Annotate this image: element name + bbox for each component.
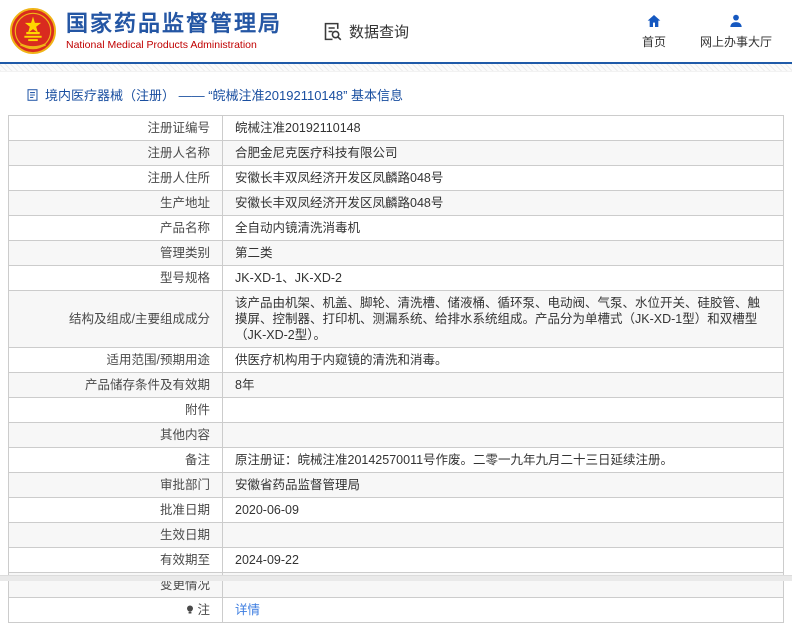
field-value — [222, 397, 784, 423]
table-row: 产品储存条件及有效期 8年 — [8, 372, 784, 398]
field-label: 管理类别 — [8, 240, 223, 266]
table-row: 结构及组成/主要组成成分 该产品由机架、机盖、脚轮、清洗槽、储液桶、循环泵、电动… — [8, 290, 784, 348]
breadcrumb: 境内医疗器械（注册） —— “皖械注准20192110148” 基本信息 — [0, 72, 792, 115]
field-value: 全自动内镜清洗消毒机 — [222, 215, 784, 241]
header-nav: 首页 网上办事大厅 — [642, 13, 792, 50]
field-label: 批准日期 — [8, 497, 223, 523]
table-row: 注册证编号 皖械注准20192110148 — [8, 115, 784, 141]
field-value: 第二类 — [222, 240, 784, 266]
field-value: 8年 — [222, 372, 784, 398]
page-title: 境内医疗器械（注册） —— “皖械注准20192110148” 基本信息 — [45, 88, 404, 103]
note-label: 注 — [197, 603, 210, 617]
site-title-cn: 国家药品监督管理局 — [66, 10, 283, 36]
footer-band — [0, 575, 792, 581]
field-label: 注册人名称 — [8, 140, 223, 166]
home-icon — [647, 14, 661, 27]
field-label: 型号规格 — [8, 265, 223, 291]
field-value: 原注册证：皖械注准20142570011号作废。二零一九年九月二十三日延续注册。 — [222, 447, 784, 473]
table-row: 其他内容 — [8, 422, 784, 448]
field-label: 适用范围/预期用途 — [8, 347, 223, 373]
header-hatch-band — [0, 64, 792, 72]
nav-home-label: 首页 — [641, 34, 666, 49]
field-value: 2020-06-09 — [222, 497, 784, 523]
field-value: 安徽长丰双凤经济开发区凤麟路048号 — [222, 165, 784, 191]
field-label: 注册人住所 — [8, 165, 223, 191]
field-label: 其他内容 — [8, 422, 223, 448]
field-value: 2024-09-22 — [222, 547, 784, 573]
data-query-label: 数据查询 — [349, 23, 410, 41]
field-value — [222, 522, 784, 548]
site-title: 国家药品监督管理局 National Medical Products Admi… — [66, 10, 283, 51]
site-title-en: National Medical Products Administration — [66, 38, 257, 51]
field-label: 有效期至 — [8, 547, 223, 573]
field-value: 合肥金尼克医疗科技有限公司 — [222, 140, 784, 166]
field-label: 生产地址 — [8, 190, 223, 216]
table-row: 附件 — [8, 397, 784, 423]
table-row: 审批部门 安徽省药品监督管理局 — [8, 472, 784, 498]
field-label: 附件 — [8, 397, 223, 423]
field-label: 注 — [8, 597, 223, 623]
nav-online-hall[interactable]: 网上办事大厅 — [700, 13, 772, 50]
table-row: 生产地址 安徽长丰双凤经济开发区凤麟路048号 — [8, 190, 784, 216]
field-label: 生效日期 — [8, 522, 223, 548]
field-label: 结构及组成/主要组成成分 — [8, 290, 223, 348]
table-row: 型号规格 JK-XD-1、JK-XD-2 — [8, 265, 784, 291]
table-row-note: 注 详情 — [8, 597, 784, 623]
table-row: 备注 原注册证：皖械注准20142570011号作废。二零一九年九月二十三日延续… — [8, 447, 784, 473]
person-icon — [730, 14, 742, 27]
nav-online-hall-label: 网上办事大厅 — [699, 34, 772, 49]
field-label: 审批部门 — [8, 472, 223, 498]
table-row: 产品名称 全自动内镜清洗消毒机 — [8, 215, 784, 241]
field-value: 安徽省药品监督管理局 — [222, 472, 784, 498]
field-label: 备注 — [8, 447, 223, 473]
table-row: 管理类别 第二类 — [8, 240, 784, 266]
registration-info-table: 注册证编号 皖械注准20192110148 注册人名称 合肥金尼克医疗科技有限公… — [8, 115, 784, 623]
table-row: 批准日期 2020-06-09 — [8, 497, 784, 523]
field-value: 供医疗机构用于内窥镜的清洗和消毒。 — [222, 347, 784, 373]
field-value: 皖械注准20192110148 — [222, 115, 784, 141]
field-label: 产品储存条件及有效期 — [8, 372, 223, 398]
field-value: JK-XD-1、JK-XD-2 — [222, 265, 784, 291]
field-value: 该产品由机架、机盖、脚轮、清洗槽、储液桶、循环泵、电动阀、气泵、水位开关、硅胶管… — [222, 290, 784, 348]
page-icon — [27, 88, 38, 101]
details-link[interactable]: 详情 — [235, 603, 260, 617]
table-row: 生效日期 — [8, 522, 784, 548]
national-emblem-logo — [10, 8, 56, 54]
field-label: 注册证编号 — [8, 115, 223, 141]
document-search-icon — [324, 22, 342, 40]
data-query-section[interactable]: 数据查询 — [322, 21, 409, 42]
nav-home[interactable]: 首页 — [642, 13, 666, 50]
field-value: 安徽长丰双凤经济开发区凤麟路048号 — [222, 190, 784, 216]
field-value — [222, 422, 784, 448]
table-row: 注册人住所 安徽长丰双凤经济开发区凤麟路048号 — [8, 165, 784, 191]
table-row: 注册人名称 合肥金尼克医疗科技有限公司 — [8, 140, 784, 166]
table-row: 有效期至 2024-09-22 — [8, 547, 784, 573]
field-label: 产品名称 — [8, 215, 223, 241]
bulb-icon — [187, 605, 194, 614]
table-row: 适用范围/预期用途 供医疗机构用于内窥镜的清洗和消毒。 — [8, 347, 784, 373]
site-header: 国家药品监督管理局 National Medical Products Admi… — [0, 0, 792, 64]
field-value: 详情 — [222, 597, 784, 623]
